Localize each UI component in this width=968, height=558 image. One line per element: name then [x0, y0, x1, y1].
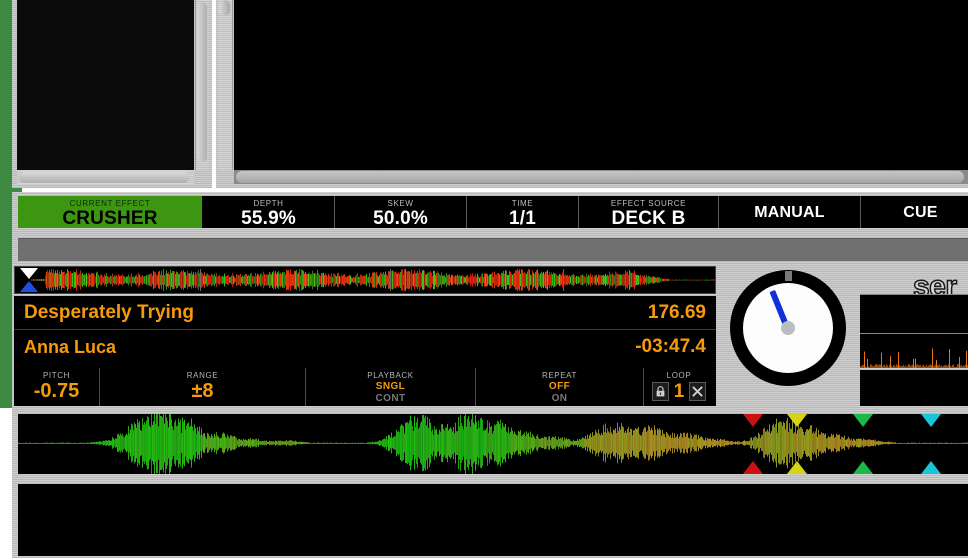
main-panel-vertical-scrollbar[interactable] [218, 0, 233, 170]
bottom-panel [18, 484, 968, 556]
main-library-panel [216, 0, 968, 188]
scrollbar-thumb[interactable] [236, 171, 964, 183]
track-title: Desperately Trying [24, 301, 195, 323]
overview-waveform[interactable] [14, 266, 716, 294]
platter-notch-icon [785, 271, 792, 281]
cue-marker-bottom-cue-4[interactable] [920, 461, 941, 474]
left-browser-panel [12, 0, 212, 188]
playback-option-single[interactable]: SNGL [376, 381, 405, 393]
range-value: ±8 [191, 380, 214, 402]
effects-bar-container: CURRENT EFFECT CRUSHER DEPTH 55.9% SKEW 50.0%… [12, 192, 968, 232]
lock-icon [656, 386, 665, 397]
overview-divider [390, 269, 391, 291]
repeat-option-on[interactable]: ON [552, 393, 568, 405]
loop-control: LOOP 1 [644, 368, 714, 406]
right-panel-section-2 [860, 334, 968, 368]
effect-cell-depth[interactable]: DEPTH 55.9% [203, 196, 335, 228]
scrollbar-thumb[interactable] [19, 172, 189, 183]
effect-cell-value: 55.9% [241, 208, 296, 229]
deck-controls-row: PITCH -0.75 RANGE ±8 PLAYBACK SNGL CONT … [14, 368, 716, 406]
cue-marker-bottom-cue-2[interactable] [787, 461, 808, 474]
main-panel-horizontal-scrollbar[interactable] [234, 170, 968, 184]
overview-waveform-graphic [31, 269, 715, 291]
cue-marker-top-cue-3[interactable] [852, 414, 873, 427]
track-time-remaining: -03:47.4 [635, 336, 706, 357]
dj-application-window: CURRENT EFFECT CRUSHER DEPTH 55.9% SKEW 50.0%… [0, 0, 968, 558]
effect-cell-effect-source[interactable]: EFFECT SOURCE DECK B [579, 196, 719, 228]
cue-marker-top-cue-2[interactable] [787, 414, 808, 427]
repeat-control[interactable]: REPEAT OFF ON [476, 368, 644, 406]
overview-divider [563, 269, 564, 291]
pitch-value: -0.75 [33, 380, 80, 402]
status-strip [18, 238, 968, 261]
left-panel-horizontal-scrollbar[interactable] [17, 171, 194, 184]
playback-mode-control[interactable]: PLAYBACK SNGL CONT [306, 368, 476, 406]
cue-marker-bottom-cue-3[interactable] [852, 461, 873, 474]
deck-panel: Desperately Trying 176.69 Anna Luca -03:… [12, 264, 968, 410]
platter-position-indicator[interactable] [730, 270, 846, 386]
right-panel-section-3 [860, 370, 968, 406]
effect-cell-value: DECK B [611, 208, 686, 229]
track-bpm: 176.69 [647, 301, 706, 323]
main-waveform-svg [19, 414, 968, 474]
effect-cell-value: CUE [903, 203, 938, 221]
track-artist: Anna Luca [24, 336, 117, 357]
playback-option-continuous[interactable]: CONT [376, 393, 406, 405]
status-strip-container [12, 232, 968, 264]
effect-cell-cue[interactable]: CUE [861, 196, 968, 228]
track-title-row[interactable]: Desperately Trying 176.69 [14, 296, 716, 330]
effect-cell-value: CRUSHER [62, 208, 158, 229]
cue-marker-top-cue-4[interactable] [920, 414, 941, 427]
left-panel-vertical-scrollbar[interactable] [195, 0, 209, 170]
right-panel-section-1 [860, 294, 968, 334]
effect-cell-skew[interactable]: SKEW 50.0% [335, 196, 467, 228]
playback-label: PLAYBACK [367, 371, 414, 380]
close-icon [692, 386, 703, 397]
effect-cell-value: 50.0% [373, 208, 428, 229]
effect-cell-current-effect[interactable]: CURRENT EFFECT CRUSHER [18, 196, 203, 228]
main-waveform-container [12, 410, 968, 478]
overview-waveform-svg [31, 269, 715, 291]
scrollbar-thumb[interactable] [197, 2, 207, 162]
loop-lock-button[interactable] [651, 382, 669, 401]
bottom-panel-container [12, 478, 968, 558]
top-panels-area [12, 0, 968, 192]
effect-cell-manual[interactable]: MANUAL [719, 196, 861, 228]
scrollbar-thumb[interactable] [219, 0, 230, 16]
repeat-label: REPEAT [541, 371, 577, 380]
effect-cell-value: MANUAL [754, 203, 825, 221]
repeat-option-off[interactable]: OFF [549, 381, 570, 393]
playhead-top-triangle-icon [20, 268, 38, 279]
right-mini-waveform [860, 348, 968, 368]
main-waveform[interactable] [18, 414, 968, 474]
platter-hub-icon [781, 321, 795, 335]
loop-label: LOOP [666, 371, 692, 380]
effect-cell-time[interactable]: TIME 1/1 [467, 196, 579, 228]
main-panel-canvas [234, 0, 968, 170]
track-info-panel: Desperately Trying 176.69 Anna Luca -03:… [14, 296, 716, 368]
cue-marker-bottom-cue-1[interactable] [742, 461, 763, 474]
playhead-bottom-triangle-icon [20, 281, 38, 292]
pitch-control[interactable]: PITCH -0.75 [14, 368, 100, 406]
left-panel-canvas [17, 0, 194, 170]
loop-length-value[interactable]: 1 [671, 382, 688, 401]
range-control[interactable]: RANGE ±8 [100, 368, 306, 406]
loop-buttons: 1 [651, 382, 707, 401]
track-artist-row[interactable]: Anna Luca -03:47.4 [14, 330, 716, 364]
effect-cell-value: 1/1 [508, 208, 536, 229]
loop-clear-button[interactable] [689, 382, 707, 401]
cue-marker-top-cue-1[interactable] [742, 414, 763, 427]
effects-bar: CURRENT EFFECT CRUSHER DEPTH 55.9% SKEW 50.0%… [18, 196, 968, 228]
overview-divider [200, 269, 201, 291]
